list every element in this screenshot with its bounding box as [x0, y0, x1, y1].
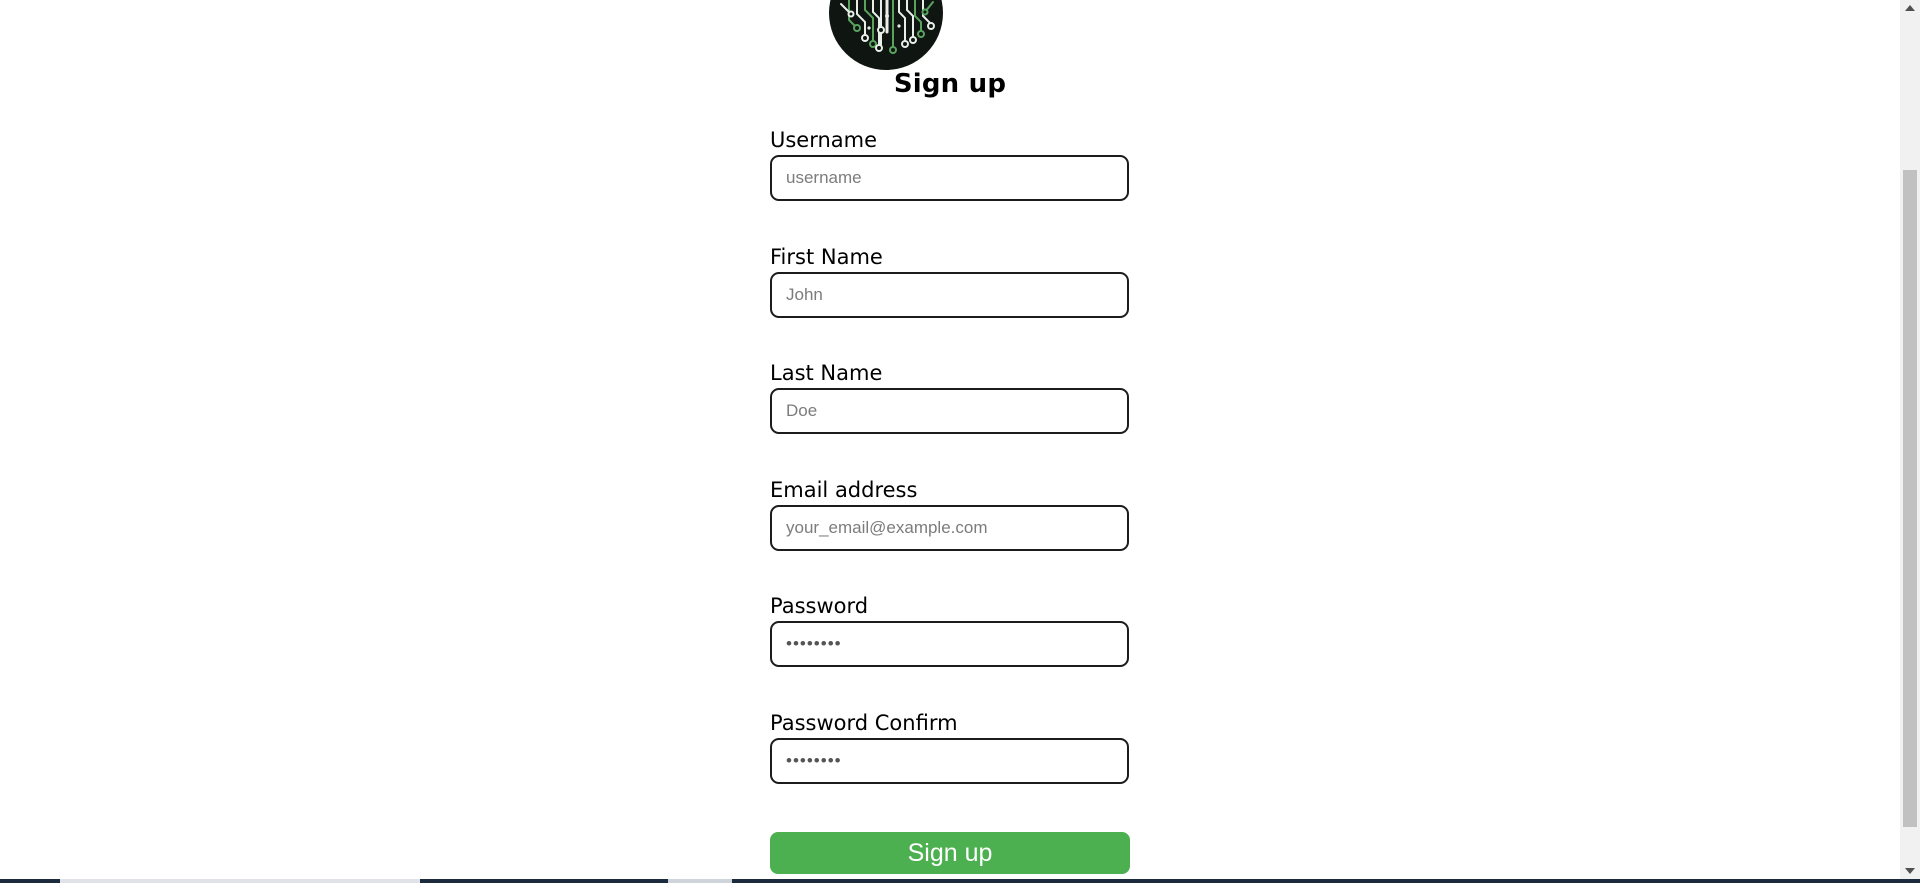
- vertical-scrollbar[interactable]: [1900, 0, 1920, 879]
- taskbar-edge: [0, 879, 1920, 883]
- chevron-down-icon[interactable]: [1900, 863, 1920, 879]
- password-confirm-input[interactable]: [770, 738, 1129, 784]
- password-label: Password: [770, 594, 869, 618]
- browser-viewport: Sign up Username First Name Last Name Em…: [0, 0, 1920, 883]
- circuit-board-logo-icon: [829, 0, 943, 70]
- chevron-up-icon[interactable]: [1900, 0, 1920, 16]
- username-input[interactable]: [770, 155, 1129, 201]
- last-name-label: Last Name: [770, 361, 883, 385]
- email-input[interactable]: [770, 505, 1129, 551]
- signup-button[interactable]: Sign up: [770, 832, 1130, 874]
- taskbar-edge-segment: [668, 879, 732, 883]
- username-label: Username: [770, 128, 878, 152]
- password-confirm-label: Password Confirm: [770, 711, 958, 735]
- last-name-input[interactable]: [770, 388, 1129, 434]
- first-name-input[interactable]: [770, 272, 1129, 318]
- signup-page: Sign up Username First Name Last Name Em…: [0, 0, 1900, 879]
- scrollbar-thumb[interactable]: [1903, 170, 1917, 827]
- password-input[interactable]: [770, 621, 1129, 667]
- first-name-label: First Name: [770, 245, 883, 269]
- email-label: Email address: [770, 478, 918, 502]
- taskbar-edge-segment: [60, 879, 420, 883]
- page-title: Sign up: [893, 69, 1007, 99]
